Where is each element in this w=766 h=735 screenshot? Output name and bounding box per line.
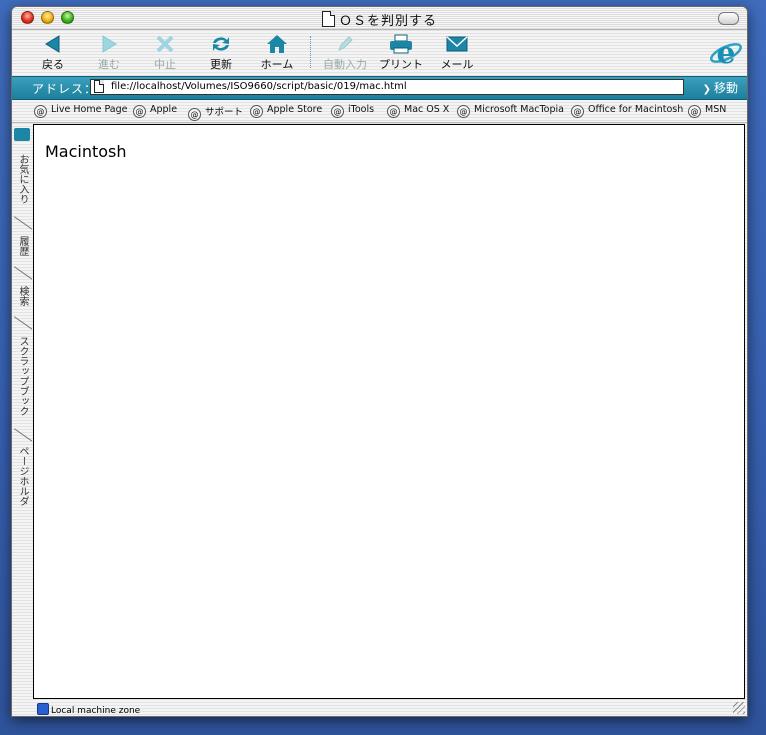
security-zone[interactable]: Local machine zone	[37, 703, 140, 716]
autofill-label: 自動入力	[323, 58, 367, 71]
tab-page-holder[interactable]: ページホルダ	[14, 446, 31, 526]
tab-divider	[14, 316, 32, 332]
refresh-icon	[198, 33, 244, 55]
favorite-label: Office for Macintosh	[588, 104, 684, 115]
address-label: アドレス：	[32, 82, 98, 96]
page-heading: Macintosh	[45, 142, 127, 161]
window-title: ＯＳを判別する	[12, 10, 747, 29]
forward-arrow-icon	[86, 33, 132, 55]
status-bar: Local machine zone	[33, 700, 747, 716]
toolbar: 戻る 進む 中止 更新 ホーム 自動入力 プリント メール e	[12, 30, 747, 76]
go-arrow-icon: ❯	[702, 84, 711, 95]
favorite-label: Mac OS X	[404, 104, 450, 115]
mail-label: メール	[440, 58, 474, 71]
printer-icon	[376, 33, 426, 55]
at-icon: @	[457, 105, 470, 118]
home-button[interactable]: ホーム	[254, 33, 300, 72]
favorite-label: MSN	[705, 104, 727, 115]
favorite-label: Live Home Page	[51, 104, 128, 115]
tab-favorites[interactable]: お気に入り	[14, 154, 31, 214]
favorite-link[interactable]: @ Office for Macintosh	[571, 104, 683, 118]
tab-divider	[14, 266, 32, 282]
page-content: Macintosh	[33, 124, 745, 699]
address-input[interactable]: file://localhost/Volumes/ISO9660/script/…	[90, 79, 684, 95]
autofill-pen-icon	[320, 33, 370, 55]
favorite-link[interactable]: @ MSN	[688, 104, 726, 118]
favorite-label: iTools	[348, 104, 375, 115]
back-button[interactable]: 戻る	[30, 33, 76, 72]
stop-button[interactable]: 中止	[142, 33, 188, 72]
refresh-button[interactable]: 更新	[198, 33, 244, 72]
home-icon	[254, 33, 300, 55]
print-button[interactable]: プリント	[376, 33, 426, 72]
toolbar-toggle-button[interactable]	[718, 12, 739, 25]
print-label: プリント	[379, 58, 423, 71]
favorite-link[interactable]: @ Mac OS X	[387, 104, 449, 118]
document-icon	[321, 11, 335, 27]
tab-divider	[14, 428, 32, 444]
at-icon: @	[387, 105, 400, 118]
internet-explorer-logo-icon[interactable]: e	[709, 36, 743, 71]
home-label: ホーム	[260, 58, 294, 71]
forward-label: 進む	[98, 58, 120, 71]
favorite-link[interactable]: @ iTools	[331, 104, 374, 118]
back-label: 戻る	[42, 58, 64, 71]
tab-history[interactable]: 履歴	[14, 236, 31, 266]
at-icon: @	[188, 108, 201, 121]
mail-envelope-icon	[434, 33, 480, 55]
tab-divider	[14, 216, 32, 232]
zone-label: Local machine zone	[51, 706, 141, 716]
toolbar-separator	[310, 36, 311, 68]
svg-text:e: e	[716, 36, 735, 70]
favorite-link[interactable]: @ Microsoft MacTopia	[457, 104, 564, 118]
autofill-button[interactable]: 自動入力	[320, 33, 370, 72]
browser-window: ＯＳを判別する 戻る 進む 中止 更新 ホーム 自動入力 プリント メール e …	[11, 6, 748, 717]
at-icon: @	[331, 105, 344, 118]
favorite-label: サポート	[205, 107, 244, 118]
favorite-link[interactable]: @ サポート	[188, 104, 243, 121]
refresh-label: 更新	[210, 58, 232, 71]
go-label: 移動	[713, 81, 738, 95]
tab-search[interactable]: 検索	[14, 286, 31, 316]
window-title-text: ＯＳを判別する	[338, 14, 437, 29]
address-url: file://localhost/Volumes/ISO9660/script/…	[111, 81, 407, 92]
back-arrow-icon	[30, 33, 76, 55]
stop-x-icon	[142, 33, 188, 55]
go-button[interactable]: ❯ 移動	[703, 79, 741, 96]
explorer-bar-toggle-icon[interactable]	[14, 128, 30, 141]
at-icon: @	[133, 105, 146, 118]
explorer-bar-tabs: お気に入り 履歴 検索 スクラップブック ページホルダ	[12, 124, 33, 699]
mail-button[interactable]: メール	[434, 33, 480, 72]
at-icon: @	[34, 105, 47, 118]
at-icon: @	[250, 105, 263, 118]
address-bar: アドレス： file://localhost/Volumes/ISO9660/s…	[12, 76, 747, 100]
favorite-link[interactable]: @ Apple Store	[250, 104, 322, 118]
stop-label: 中止	[154, 58, 176, 71]
favorite-link[interactable]: @ Apple	[133, 104, 177, 118]
at-icon: @	[571, 105, 584, 118]
favorite-link[interactable]: @ Live Home Page	[34, 104, 128, 118]
title-bar[interactable]: ＯＳを判別する	[12, 7, 747, 30]
forward-button[interactable]: 進む	[86, 33, 132, 72]
at-icon: @	[688, 105, 701, 118]
favorites-bar: @ Live Home Page @ Apple @ サポート @ Apple Stor…	[12, 100, 747, 123]
tab-scrapbook[interactable]: スクラップブック	[14, 336, 31, 430]
page-document-icon	[94, 80, 104, 93]
resize-grip[interactable]	[733, 702, 745, 714]
zone-icon	[37, 703, 49, 715]
favorite-label: Apple	[150, 104, 178, 115]
favorite-label: Microsoft MacTopia	[474, 104, 564, 115]
favorite-label: Apple Store	[267, 104, 323, 115]
